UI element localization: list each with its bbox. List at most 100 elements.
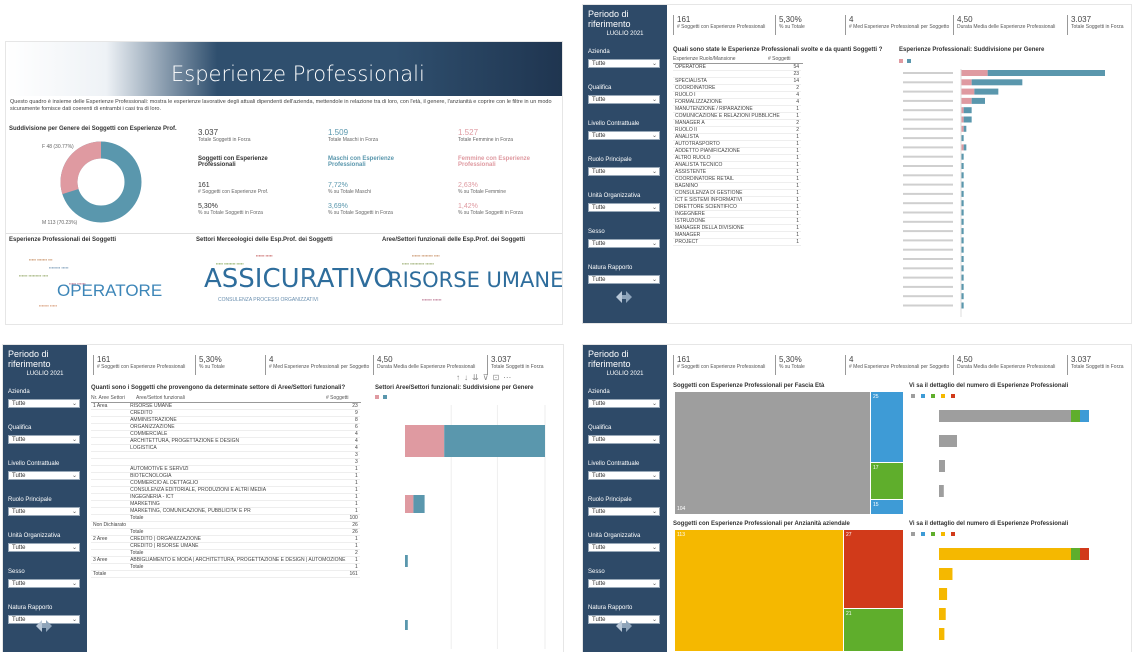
filter-dropdown[interactable]: Tutte ⌄ — [588, 203, 660, 212]
filter-dropdown[interactable]: Tutte ⌄ — [8, 579, 80, 588]
table-row[interactable]: COORDINATORE 2 — [673, 84, 801, 92]
table-row[interactable]: SPECIALISTA 14 — [673, 77, 801, 85]
table-row[interactable]: RUOLO I4 — [673, 91, 801, 99]
table-row[interactable]: LOGISTICA 4 — [91, 444, 360, 452]
table-row[interactable]: ALTRO RUOLO 1 — [673, 154, 801, 162]
table-row[interactable]: 3 Aree ABBIGLIAMENTO E MODA | ARCHITETTUR… — [91, 556, 360, 564]
legend-swatch[interactable] — [951, 394, 955, 398]
filter-dropdown[interactable]: Tutte ⌄ — [8, 471, 80, 480]
filter-dropdown[interactable]: Tutte ⌄ — [588, 239, 660, 248]
more-icon[interactable]: ⋯ — [503, 373, 515, 382]
table-row[interactable]: INGEGNERIA - ICT 1 — [91, 493, 360, 501]
filter-icon[interactable]: ⊽ — [483, 373, 493, 382]
table-row[interactable]: ARCHITETTURA, PROGETTAZIONE E DESIGN 4 — [91, 437, 360, 445]
bar-segment[interactable] — [1080, 548, 1089, 560]
filter-dropdown[interactable]: Tutte ⌄ — [588, 275, 660, 284]
bar-male[interactable] — [413, 495, 425, 513]
bar-male[interactable] — [971, 79, 1023, 86]
legend-swatch[interactable] — [941, 394, 945, 398]
bar-female[interactable] — [961, 79, 972, 86]
bar-main[interactable] — [939, 410, 1071, 422]
bar-male[interactable] — [971, 97, 985, 104]
table-row[interactable]: BAGNINO 1 — [673, 182, 801, 190]
table-row[interactable]: ISTRUZIONE 1 — [673, 217, 801, 225]
table-row[interactable]: Totale 2 — [91, 549, 360, 557]
filter-dropdown[interactable]: Tutte ⌄ — [588, 167, 660, 176]
bar-male[interactable] — [974, 88, 999, 95]
filter-dropdown[interactable]: Tutte ⌄ — [588, 435, 660, 444]
filter-dropdown[interactable]: Tutte ⌄ — [588, 543, 660, 552]
table-row[interactable]: ASSISTENTE 1 — [673, 168, 801, 176]
filter-dropdown[interactable]: Tutte ⌄ — [8, 543, 80, 552]
filter-dropdown[interactable]: Tutte ⌄ — [8, 435, 80, 444]
table-row[interactable]: DIRETTORE SCIENTIFICO 1 — [673, 203, 801, 211]
legend-swatch[interactable] — [921, 532, 925, 536]
table-row[interactable]: Non Dichiarato 26 — [91, 521, 360, 529]
filter-dropdown[interactable]: Tutte ⌄ — [588, 507, 660, 516]
legend-swatch[interactable] — [931, 394, 935, 398]
table-row[interactable]: 2 Aree CREDITO | ORGANIZZAZIONE 1 — [91, 535, 360, 543]
table-row[interactable]: MANUTENZIONE / RIPARAZIONE 1 — [673, 105, 801, 113]
table-row[interactable]: MANAGER A2 — [673, 119, 801, 127]
table-row[interactable]: AMMINISTRAZIONE 8 — [91, 416, 360, 424]
table-row[interactable]: COMUNICAZIONE E RELAZIONI PUBBLICHE 1 — [673, 112, 801, 120]
table-row[interactable]: 3 — [91, 451, 360, 459]
filter-dropdown[interactable]: Tutte ⌄ — [588, 471, 660, 480]
bar-male[interactable] — [444, 425, 545, 457]
bar-segment[interactable] — [1071, 548, 1080, 560]
bar-female[interactable] — [405, 495, 414, 513]
table-row[interactable]: CONSULENZA DI GESTIONE 1 — [673, 189, 801, 197]
bar-female[interactable] — [961, 70, 988, 76]
table-row[interactable]: COMMERCIO AL DETTAGLIO 1 — [91, 479, 360, 487]
focus-icon[interactable]: ⊡ — [493, 373, 504, 382]
bar-main[interactable] — [939, 435, 957, 447]
legend-swatch[interactable] — [911, 532, 915, 536]
table-row[interactable]: AUTOTRASPORTO 1 — [673, 140, 801, 148]
table-row[interactable]: Totale 100 — [91, 514, 360, 522]
bar-male[interactable] — [987, 70, 1105, 76]
table-row[interactable]: PROJECT 1 — [673, 238, 801, 246]
table-row[interactable]: AUTOMOTIVE E SERVIZI 1 — [91, 465, 360, 473]
table-row[interactable]: Totale 1 — [91, 563, 360, 571]
filter-dropdown[interactable]: Tutte ⌄ — [588, 95, 660, 104]
table-row[interactable]: INGEGNERE 1 — [673, 210, 801, 218]
bar-main[interactable] — [939, 568, 953, 580]
filter-dropdown[interactable]: Tutte ⌄ — [588, 579, 660, 588]
expand-icon[interactable]: ⇊ — [472, 373, 483, 382]
table-row[interactable]: Totale 26 — [91, 528, 360, 536]
drill-up-icon[interactable]: ↑ — [456, 373, 464, 382]
table-row[interactable]: MARKETING 1 — [91, 500, 360, 508]
table-row[interactable]: MANAGER DELLA DIVISIONE 1 — [673, 224, 801, 232]
legend-swatch[interactable] — [911, 394, 915, 398]
legend-swatch[interactable] — [921, 394, 925, 398]
table-row[interactable]: ICT E SISTEMI INFORMATIVI 1 — [673, 196, 801, 204]
bar-segment[interactable] — [1080, 410, 1089, 422]
legend-swatch[interactable] — [951, 532, 955, 536]
table-row[interactable]: ANALISTA 1 — [673, 133, 801, 141]
bar-segment[interactable] — [1071, 410, 1080, 422]
drill-down-icon[interactable]: ↓ — [464, 373, 472, 382]
bar-male[interactable] — [963, 125, 967, 132]
bar-main[interactable] — [939, 608, 946, 620]
filter-dropdown[interactable]: Tutte ⌄ — [588, 59, 660, 68]
table-row[interactable]: MANAGER 1 — [673, 231, 801, 239]
bar-main[interactable] — [939, 485, 944, 497]
table-row[interactable]: FORMALIZZAZIONE 4 — [673, 98, 801, 106]
table-row[interactable]: ORGANIZZAZIONE 6 — [91, 423, 360, 431]
filter-dropdown[interactable]: Tutte ⌄ — [8, 399, 80, 408]
bar-male[interactable] — [963, 116, 972, 123]
bar-main[interactable] — [939, 628, 945, 640]
bar-male[interactable] — [405, 555, 408, 567]
table-row[interactable]: COORDINATORE RETAIL 1 — [673, 175, 801, 183]
bar-male[interactable] — [405, 620, 408, 630]
bar-main[interactable] — [939, 588, 948, 600]
bar-male[interactable] — [963, 144, 967, 151]
table-row[interactable]: COMMERCIALE 4 — [91, 430, 360, 438]
filter-dropdown[interactable]: Tutte ⌄ — [588, 131, 660, 140]
table-row[interactable]: CREDITO | RISORSE UMANE 1 — [91, 542, 360, 550]
filter-dropdown[interactable]: Tutte ⌄ — [588, 399, 660, 408]
table-row[interactable]: ADDETTO PIANIFICAZIONE 1 — [673, 147, 801, 155]
bar-female[interactable] — [405, 425, 445, 457]
table-row[interactable]: MARKETING, COMUNICAZIONE, PUBBLICITA' E … — [91, 507, 360, 515]
bar-female[interactable] — [961, 97, 972, 104]
